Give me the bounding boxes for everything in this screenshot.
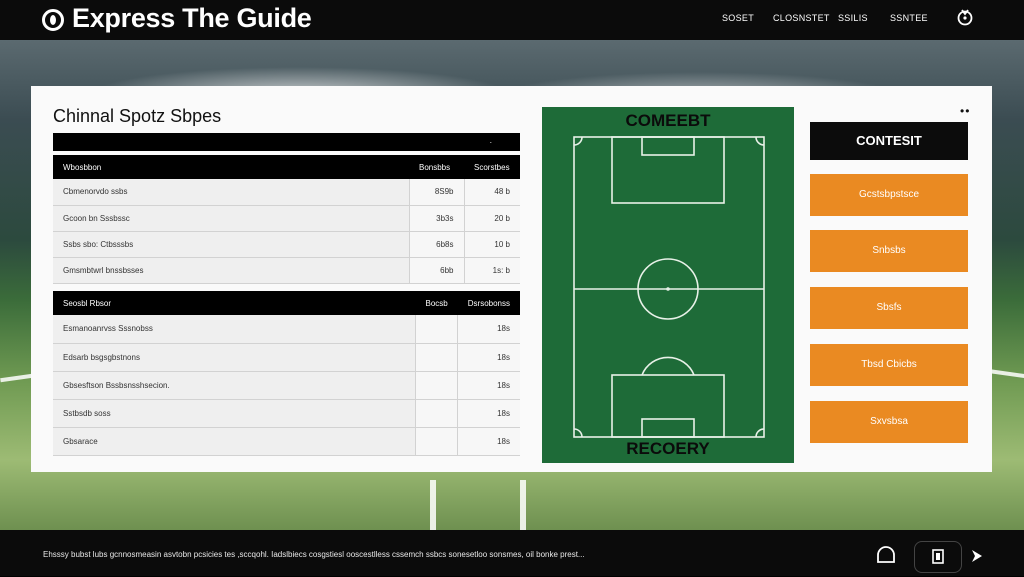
action-button-1[interactable]: Gcstsbpstsce [810,174,968,216]
table-row[interactable]: Gbsesftson Bssbsnsshsecion. 18s [53,371,520,400]
col-header[interactable]: Dsrsobonss [457,291,520,315]
cell: Sstbsdb soss [53,399,416,428]
cell: 10 b [463,231,520,258]
table-toolbar: · [53,133,520,151]
col-header[interactable]: Seosbl Rbsor [53,291,416,315]
toolbar-icons[interactable]: · [464,133,520,151]
cell [415,399,458,428]
cell [415,315,458,344]
nav-item-2[interactable]: CLOSNSTET [773,13,830,23]
nav-item-4[interactable]: SSNTEE [890,13,928,23]
cell: 6b8s [408,231,464,258]
table-header: Wbosbbon Bonsbbs Scorstbes [53,155,520,179]
pitch-bottom-label: RECOERY [626,439,710,458]
cell: Esmanoanrvss Sssnobss [53,315,416,344]
cell: Gmsmbtwrl bnssbsses [53,257,409,284]
cell: 18s [457,371,520,400]
table-row[interactable]: Ssbs sbo: Ctbsssbs 6b8s 10 b [53,231,520,258]
nav-item-1[interactable]: SOSET [722,13,754,23]
col-header[interactable]: Wbosbbon [53,155,409,179]
table-row[interactable]: Cbmenorvdo ssbs 8S9b 48 b [53,179,520,206]
nav-item-3[interactable]: SSILIS [838,13,868,23]
action-button-2[interactable]: Snbsbs [810,230,968,272]
cell: 6bb [408,257,464,284]
action-button-4[interactable]: Tbsd Cbicbs [810,344,968,386]
table-row[interactable]: Edsarb bsgsgbstnons 18s [53,343,520,372]
footer-text: Ehsssy bubst lubs gcnnosmeasin asvtobn p… [43,550,585,559]
top-bar: Express The Guide SOSET CLOSNSTET SSILIS… [0,0,1024,40]
app-title: Express The Guide [72,3,312,33]
bell-icon[interactable] [875,545,897,565]
cell: Gbsarace [53,427,416,456]
results-table: Seosbl Rbsor Bocsb Dsrsobonss Esmanoanrv… [53,291,520,456]
col-header[interactable]: Bonsbbs [409,155,464,179]
table-row[interactable]: Sstbsdb soss 18s [53,399,520,428]
more-icon[interactable]: •• [960,104,970,118]
next-icon[interactable] [970,548,984,564]
col-header[interactable]: Bocsb [415,291,458,315]
panel-title: Chinnal Spotz Sbpes [53,106,222,126]
table-header: Seosbl Rbsor Bocsb Dsrsobonss [53,291,520,315]
table-row[interactable]: Esmanoanrvss Sssnobss 18s [53,315,520,344]
action-button-5[interactable]: Sxvsbsa [810,401,968,443]
cell [415,427,458,456]
cell [415,371,458,400]
cell: Gbsesftson Bssbsnsshsecion. [53,371,416,400]
cell: 18s [457,315,520,344]
table-row[interactable]: Gbsarace 18s [53,427,520,456]
contest-button[interactable]: CONTESIT [810,122,968,160]
table-row[interactable]: Gmsmbtwrl bnssbsses 6bb 1s: b [53,257,520,284]
pitch-top-label: COMEEBT [625,111,711,130]
action-button-3[interactable]: Sbsfs [810,287,968,329]
copy-icon [932,549,944,564]
logo-icon [42,9,64,31]
cell: 18s [457,343,520,372]
cell: 18s [457,399,520,428]
cell: 3b3s [408,205,464,232]
pitch-diagram[interactable]: COMEEBT RECOERY [542,107,794,463]
user-icon[interactable] [956,8,974,26]
cell: Ssbs sbo: Ctbsssbs [53,231,409,258]
cell: 1s: b [463,257,520,284]
cell: Gcoon bn Sssbssc [53,205,409,232]
cell: Edsarb bsgsgbstnons [53,343,416,372]
cell: 18s [457,427,520,456]
cell: 48 b [463,179,520,206]
pitch-lines [573,136,765,438]
cell [415,343,458,372]
cell: Cbmenorvdo ssbs [53,179,409,206]
cell: 8S9b [408,179,464,206]
stats-table: · Wbosbbon Bonsbbs Scorstbes Cbmenorvdo … [53,133,520,284]
table-row[interactable]: Gcoon bn Sssbssc 3b3s 20 b [53,205,520,232]
cell: 20 b [463,205,520,232]
copy-button[interactable] [914,541,962,573]
col-header[interactable]: Scorstbes [464,155,520,179]
